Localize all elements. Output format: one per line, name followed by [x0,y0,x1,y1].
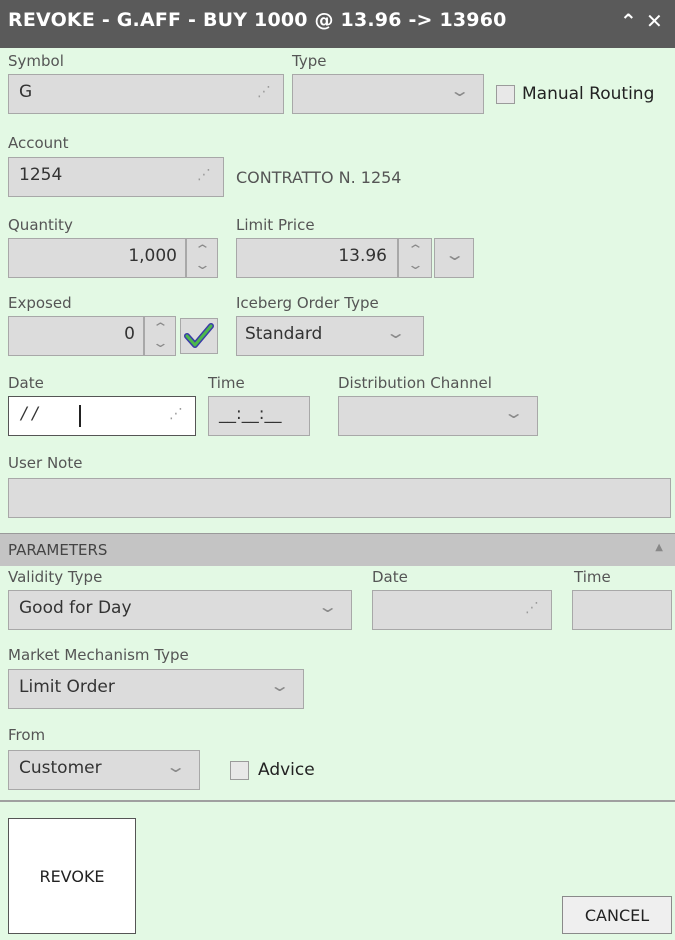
confirm-check-icon[interactable] [180,318,218,354]
from-select[interactable]: Customer ⌄ [8,750,200,790]
market-mechanism-value: Limit Order [19,677,115,697]
manual-routing-label: Manual Routing [522,84,655,104]
quantity-input[interactable]: 1,000 [8,238,186,278]
account-value: 1254 [19,165,63,185]
exposed-label: Exposed [8,294,72,312]
title-bar: REVOKE - G.AFF - BUY 1000 @ 13.96 -> 139… [0,0,675,48]
limit-price-dropdown[interactable]: ⌄ [434,238,474,278]
symbol-label: Symbol [8,52,64,70]
user-note-label: User Note [8,454,83,472]
exposed-value: 0 [124,324,135,344]
collapse-arrow-icon[interactable]: ▲ [655,542,663,553]
iceberg-select[interactable]: Standard ⌄ [236,316,424,356]
window-title: REVOKE - G.AFF - BUY 1000 @ 13.96 -> 139… [8,9,507,31]
exposed-stepper[interactable]: ⌃ ⌄ [144,316,176,356]
chevron-down-icon: ⌄ [443,245,466,264]
parameters-section-header[interactable]: PARAMETERS ▲ [0,533,675,566]
market-mechanism-label: Market Mechanism Type [8,646,189,664]
date-value: / / [21,404,38,424]
account-label: Account [8,134,69,152]
cancel-button[interactable]: CANCEL [562,896,672,934]
time-label: Time [208,374,245,392]
time-input[interactable]: __:__:__ [208,396,310,436]
resize-grip-icon: ⋰ [525,600,539,616]
text-cursor [79,405,81,427]
chevron-down-icon[interactable]: ⌄ [193,258,210,273]
resize-grip-icon: ⋰ [197,167,211,183]
chevron-down-icon: ⌄ [384,323,407,342]
symbol-input[interactable]: G ⋰ [8,74,284,114]
chevron-down-icon: ⌄ [316,597,339,616]
time-value: __:__:__ [219,404,282,424]
distribution-channel-select[interactable]: ⌄ [338,396,538,436]
market-mechanism-select[interactable]: Limit Order ⌄ [8,669,304,709]
chevron-up-icon[interactable]: ⌃ [406,243,423,258]
parameters-header-label: PARAMETERS [8,541,108,559]
validity-date-input[interactable]: ⋰ [372,590,552,630]
chevron-down-icon[interactable]: ⌄ [151,336,168,351]
date-label: Date [8,374,44,392]
validity-time-label: Time [574,568,611,586]
from-value: Customer [19,758,102,778]
from-label: From [8,726,46,744]
chevron-down-icon: ⌄ [164,757,187,776]
symbol-value: G [19,82,33,102]
exposed-input[interactable]: 0 [8,316,144,356]
user-note-input[interactable] [8,478,671,518]
chevron-down-icon: ⌄ [448,81,471,100]
collapse-icon[interactable]: ⌃ [620,9,637,33]
iceberg-label: Iceberg Order Type [236,294,379,312]
chevron-down-icon[interactable]: ⌄ [406,258,423,273]
chevron-up-icon[interactable]: ⌃ [193,243,210,258]
validity-type-label: Validity Type [8,568,103,586]
account-description: CONTRATTO N. 1254 [236,168,402,187]
iceberg-value: Standard [245,324,323,344]
chevron-up-icon[interactable]: ⌃ [151,321,168,336]
validity-time-input[interactable] [572,590,672,630]
limit-price-stepper[interactable]: ⌃ ⌄ [398,238,432,278]
advice-checkbox[interactable] [230,761,249,780]
validity-type-select[interactable]: Good for Day ⌄ [8,590,352,630]
distribution-channel-label: Distribution Channel [338,374,492,392]
quantity-stepper[interactable]: ⌃ ⌄ [186,238,218,278]
quantity-label: Quantity [8,216,73,234]
close-icon[interactable]: ✕ [646,9,663,33]
resize-grip-icon: ⋰ [169,406,183,422]
revoke-button[interactable]: REVOKE [8,818,136,934]
type-label: Type [292,52,327,70]
chevron-down-icon: ⌄ [502,403,525,422]
manual-routing-checkbox[interactable] [496,85,515,104]
resize-grip-icon: ⋰ [257,84,271,100]
footer-divider [0,800,675,802]
quantity-value: 1,000 [128,246,177,266]
limit-price-label: Limit Price [236,216,315,234]
limit-price-input[interactable]: 13.96 [236,238,398,278]
chevron-down-icon: ⌄ [268,676,291,695]
validity-date-label: Date [372,568,408,586]
account-input[interactable]: 1254 ⋰ [8,157,224,197]
validity-type-value: Good for Day [19,598,132,618]
date-input[interactable]: / / ⋰ [8,396,196,436]
type-select[interactable]: ⌄ [292,74,484,114]
advice-label: Advice [258,760,315,780]
limit-price-value: 13.96 [338,246,387,266]
